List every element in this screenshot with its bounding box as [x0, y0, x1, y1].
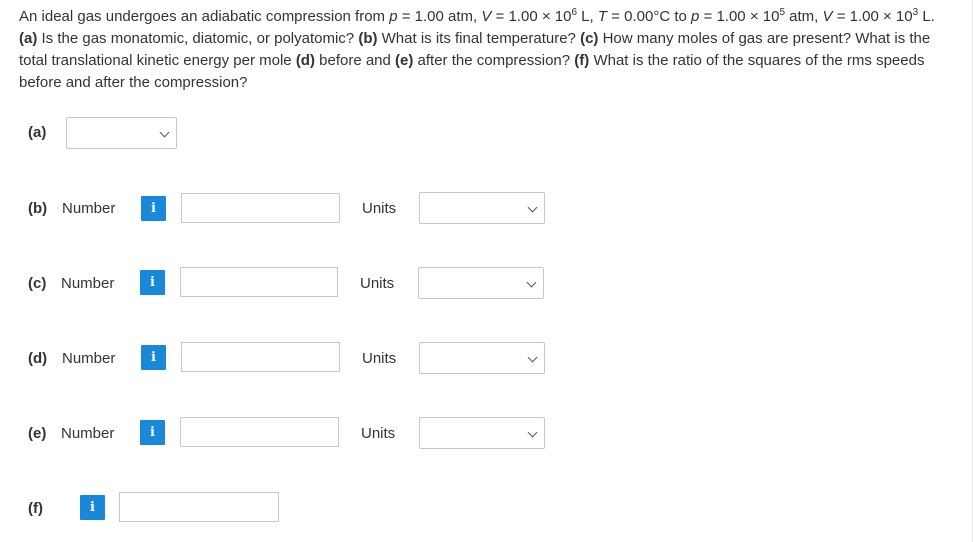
chevron-down-icon	[159, 127, 170, 138]
part-e-number-input[interactable]	[180, 417, 339, 447]
part-a-label: (a)	[28, 124, 47, 141]
part-b-number-input[interactable]	[181, 193, 340, 223]
part-b-units-select[interactable]	[419, 192, 545, 224]
info-icon[interactable]: i	[80, 495, 105, 520]
part-c-number-label: Number	[61, 275, 115, 292]
part-c-units-select[interactable]	[418, 267, 544, 299]
part-d-label: (d)	[28, 350, 48, 367]
chevron-down-icon	[527, 427, 538, 438]
part-b-label: (b)	[28, 200, 48, 217]
info-icon[interactable]: i	[141, 196, 166, 221]
part-b-units-label: Units	[362, 200, 397, 217]
chevron-down-icon	[527, 352, 538, 363]
part-c-label: (c)	[28, 275, 47, 292]
question-text: An ideal gas undergoes an adiabatic comp…	[19, 7, 935, 92]
question-page: An ideal gas undergoes an adiabatic comp…	[0, 0, 973, 542]
part-e-units-select[interactable]	[419, 417, 545, 449]
part-d-number-label: Number	[62, 350, 116, 367]
part-e-label: (e)	[28, 425, 47, 442]
part-d-number-input[interactable]	[181, 342, 340, 372]
info-icon[interactable]: i	[141, 345, 166, 370]
chevron-down-icon	[527, 202, 538, 213]
part-e-units-label: Units	[361, 425, 396, 442]
part-e-number-label: Number	[61, 425, 115, 442]
part-d-units-select[interactable]	[419, 342, 545, 374]
part-c-number-input[interactable]	[180, 267, 338, 297]
part-d-units-label: Units	[362, 350, 397, 367]
part-f-number-input[interactable]	[119, 492, 279, 522]
part-f-label: (f)	[28, 500, 43, 517]
info-icon[interactable]: i	[140, 270, 165, 295]
chevron-down-icon	[526, 277, 537, 288]
part-c-units-label: Units	[360, 275, 395, 292]
info-icon[interactable]: i	[140, 420, 165, 445]
part-b-number-label: Number	[62, 200, 116, 217]
part-a-select[interactable]	[66, 117, 177, 149]
